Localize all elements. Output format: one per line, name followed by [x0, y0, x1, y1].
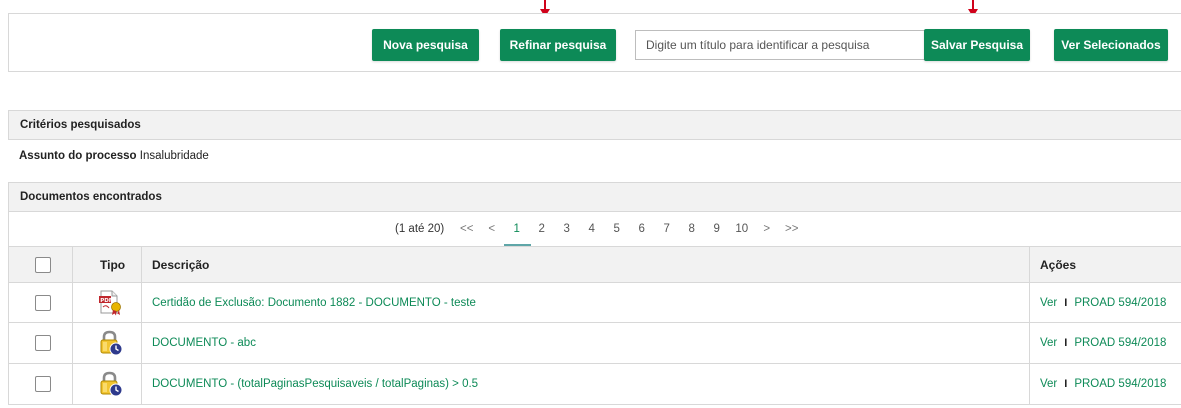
page-link-4[interactable]: 4 [579, 223, 604, 235]
table-row: PDF Certidão de Exclusão: Documento 1882… [8, 283, 1181, 323]
ver-link[interactable]: Ver [1040, 378, 1057, 390]
ver-link[interactable]: Ver [1040, 337, 1057, 349]
column-header-tipo: Tipo [100, 257, 126, 272]
criteria-field-label: Assunto do processo [19, 150, 137, 162]
ver-selecionados-button[interactable]: Ver Selecionados [1054, 29, 1168, 61]
action-separator: I [1064, 296, 1068, 309]
prev-page-icon[interactable]: < [479, 223, 504, 235]
select-all-checkbox[interactable] [35, 256, 51, 273]
page-link-6[interactable]: 6 [629, 223, 654, 235]
page-link-2[interactable]: 2 [529, 223, 554, 235]
page-link-3[interactable]: 3 [554, 223, 579, 235]
last-page-icon[interactable]: >> [779, 223, 804, 235]
criteria-header: Critérios pesquisados [8, 110, 1181, 140]
column-header-acoes: Ações [1040, 257, 1077, 272]
svg-text:PDF: PDF [100, 297, 113, 303]
proad-link[interactable]: PROAD 594/2018 [1074, 297, 1166, 309]
next-page-icon[interactable]: > [754, 223, 779, 235]
table-row: DOCUMENTO - abc Ver I PROAD 594/2018 [8, 323, 1181, 364]
table-header: Tipo Descrição Ações [8, 246, 1181, 283]
row-checkbox[interactable] [35, 376, 51, 392]
page-link-9[interactable]: 9 [704, 223, 729, 235]
page-link-7[interactable]: 7 [654, 223, 679, 235]
proad-link[interactable]: PROAD 594/2018 [1074, 378, 1166, 390]
criteria-item: Assunto do processo Insalubridade [19, 150, 209, 162]
table-row: DOCUMENTO - (totalPaginasPesquisaveis / … [8, 364, 1181, 405]
locked-document-icon [100, 371, 123, 397]
row-checkbox[interactable] [35, 294, 51, 311]
salvar-pesquisa-button[interactable]: Salvar Pesquisa [924, 29, 1030, 61]
column-header-descricao: Descrição [152, 257, 210, 272]
document-description-link[interactable]: Certidão de Exclusão: Documento 1882 - D… [152, 297, 476, 309]
criteria-field-value: Insalubridade [139, 150, 209, 162]
documents-table: Tipo Descrição Ações PDF Certidão de Exc… [8, 246, 1181, 405]
page-link-5[interactable]: 5 [604, 223, 629, 235]
nova-pesquisa-button[interactable]: Nova pesquisa [372, 29, 479, 61]
search-title-input[interactable] [635, 30, 927, 60]
document-description-link[interactable]: DOCUMENTO - (totalPaginasPesquisaveis / … [152, 378, 478, 390]
first-page-icon[interactable]: << [454, 223, 479, 235]
proad-link[interactable]: PROAD 594/2018 [1074, 337, 1166, 349]
locked-document-icon [100, 330, 123, 356]
row-checkbox[interactable] [35, 335, 51, 351]
refinar-pesquisa-button[interactable]: Refinar pesquisa [500, 29, 616, 61]
document-description-link[interactable]: DOCUMENTO - abc [152, 337, 256, 349]
search-toolbar: Nova pesquisa Refinar pesquisa Salvar Pe… [8, 13, 1181, 72]
pdf-certificate-icon: PDF [99, 290, 121, 315]
pagination-count: (1 até 20) [395, 223, 445, 235]
action-separator: I [1064, 337, 1068, 349]
page-link-8[interactable]: 8 [679, 223, 704, 235]
action-separator: I [1064, 378, 1068, 390]
pagination-row: (1 até 20) << < 1 2 3 4 5 6 7 8 9 10 > >… [8, 212, 1181, 247]
page-link-10[interactable]: 10 [729, 223, 754, 235]
pagination: (1 até 20) << < 1 2 3 4 5 6 7 8 9 10 > >… [395, 221, 804, 247]
ver-link[interactable]: Ver [1040, 297, 1057, 309]
page-link-1[interactable]: 1 [504, 223, 532, 247]
results-header: Documentos encontrados [8, 182, 1181, 212]
